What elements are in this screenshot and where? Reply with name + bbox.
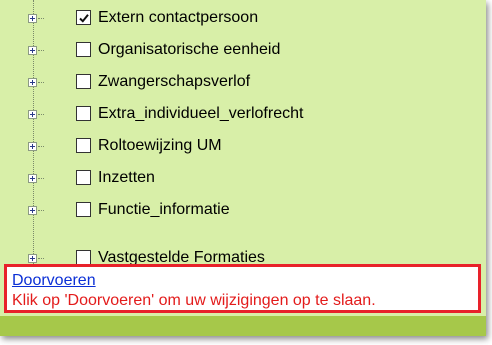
item-label: Organisatorische eenheid [98, 41, 281, 58]
item-checkbox[interactable] [76, 170, 91, 185]
item-label: Extra_individueel_verlofrecht [98, 105, 304, 122]
item-checkbox[interactable] [76, 250, 91, 264]
item-checkbox[interactable] [76, 74, 91, 89]
tree-row: Extern contactpersoon [0, 5, 486, 33]
item-checkbox[interactable] [76, 106, 91, 121]
tree-connector [38, 146, 44, 147]
tree-row: Vastgestelde Formaties [0, 245, 486, 264]
item-label: Vastgestelde Formaties [98, 249, 265, 264]
tree-connector [38, 82, 44, 83]
item-checkbox[interactable] [76, 138, 91, 153]
item-label: Inzetten [98, 169, 155, 186]
checkmark-icon [79, 14, 89, 23]
expand-plus-icon[interactable] [28, 46, 37, 55]
expand-plus-icon[interactable] [28, 142, 37, 151]
tree-connector [38, 258, 44, 259]
item-label: Zwangerschapsverlof [98, 73, 251, 90]
tree-connector [38, 178, 44, 179]
tree-connector [38, 210, 44, 211]
expand-plus-icon[interactable] [28, 78, 37, 87]
tree-connector [38, 18, 44, 19]
expand-plus-icon[interactable] [28, 110, 37, 119]
item-label: Functie_informatie [98, 201, 230, 218]
save-changes-notice: Doorvoeren Klik op 'Doorvoeren' om uw wi… [4, 264, 481, 313]
expand-plus-icon[interactable] [28, 254, 37, 263]
item-checkbox[interactable] [76, 10, 91, 25]
permissions-tree: Extern contactpersoon Organisatorische e… [0, 0, 486, 264]
tree-row: Zwangerschapsverlof [0, 69, 486, 97]
bottom-bar [0, 316, 486, 336]
tree-connector [38, 114, 44, 115]
item-checkbox[interactable] [76, 42, 91, 57]
doorvoeren-link[interactable]: Doorvoeren [12, 272, 96, 290]
tree-connector [38, 50, 44, 51]
tree-row: Organisatorische eenheid [0, 37, 486, 65]
screenshot-frame: Extern contactpersoon Organisatorische e… [0, 0, 486, 336]
expand-plus-icon[interactable] [28, 14, 37, 23]
item-label: Roltoewijzing UM [98, 137, 222, 154]
tree-row: Extra_individueel_verlofrecht [0, 101, 486, 129]
item-checkbox[interactable] [76, 202, 91, 217]
tree-row: Inzetten [0, 165, 486, 193]
expand-plus-icon[interactable] [28, 174, 37, 183]
tree-row: Roltoewijzing UM [0, 133, 486, 161]
save-instruction-text: Klik op 'Doorvoeren' om uw wijzigingen o… [12, 292, 376, 309]
expand-plus-icon[interactable] [28, 206, 37, 215]
tree-row: Functie_informatie [0, 197, 486, 225]
item-label: Extern contactpersoon [98, 9, 259, 26]
